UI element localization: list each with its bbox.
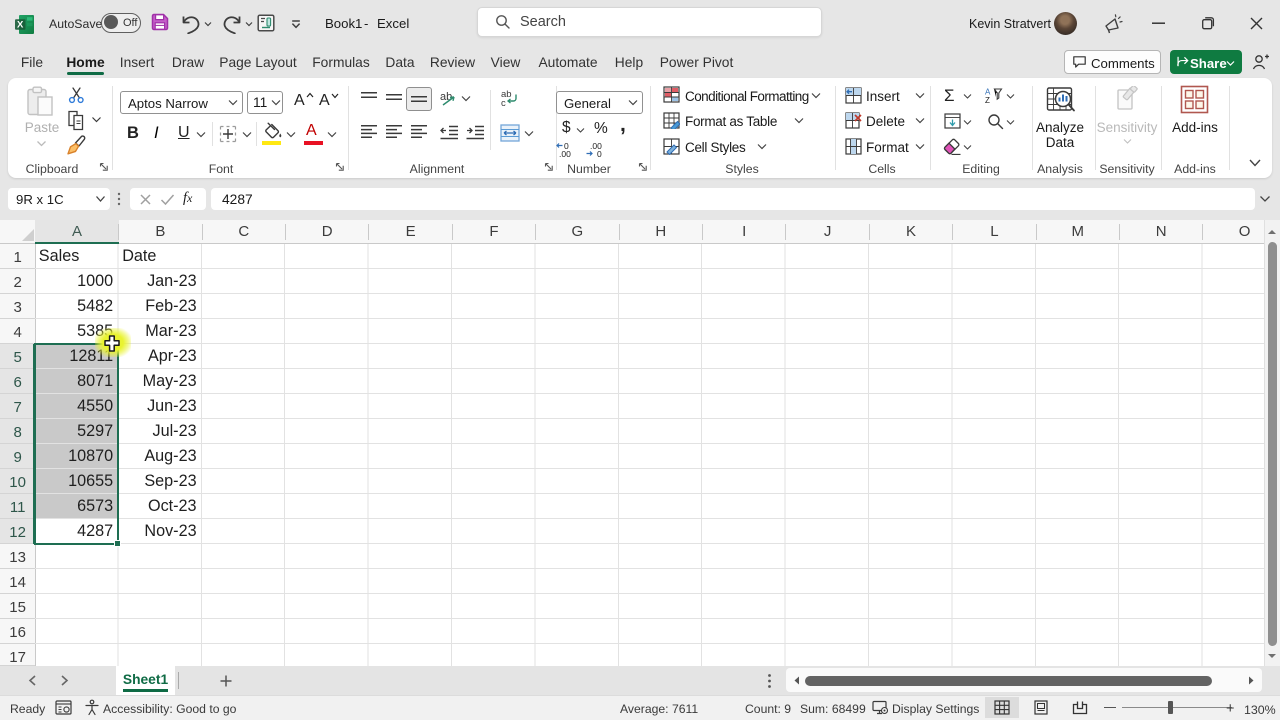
svg-text:.00: .00: [559, 149, 571, 158]
svg-text:c: c: [501, 98, 506, 107]
svg-text:Z: Z: [985, 96, 990, 104]
svg-text:0: 0: [597, 149, 602, 158]
svg-text:X: X: [17, 20, 24, 31]
